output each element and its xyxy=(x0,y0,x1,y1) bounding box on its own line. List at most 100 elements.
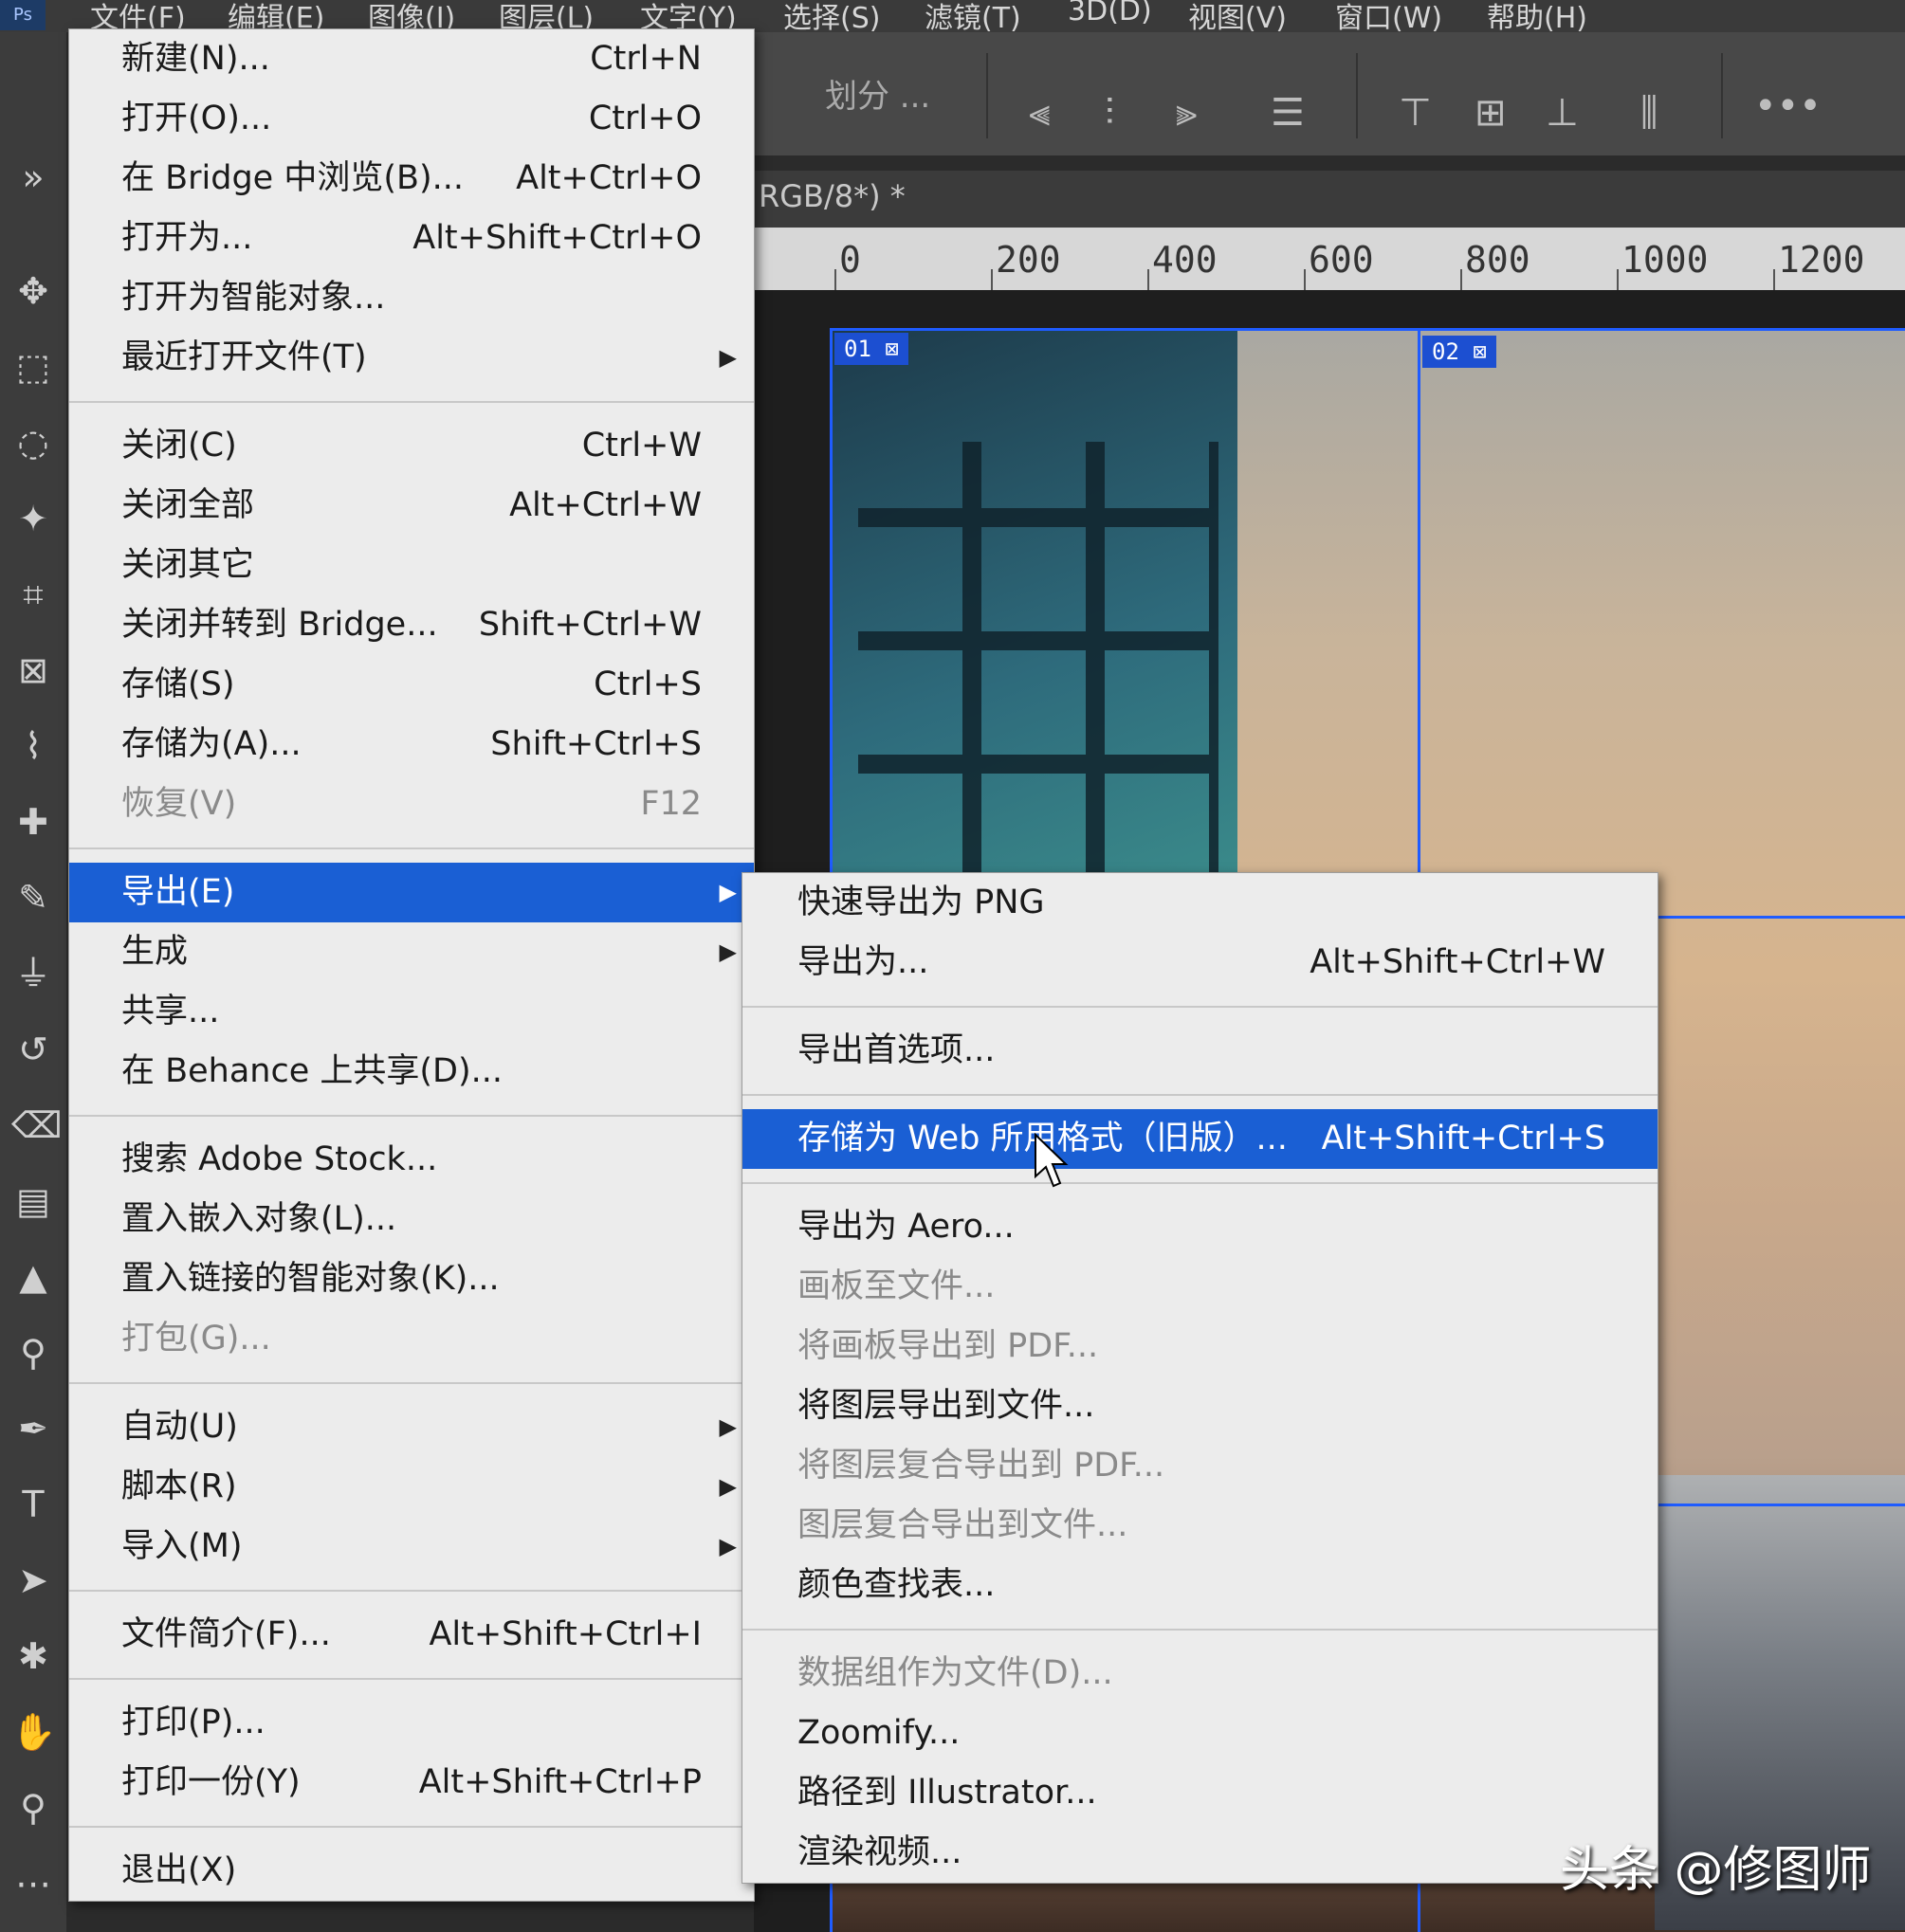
submenu-arrow-icon: ▶ xyxy=(719,879,737,905)
file-menu-item[interactable]: 关闭并转到 Bridge... Shift+Ctrl+W xyxy=(69,595,754,655)
file-menu-item[interactable]: 关闭其它 xyxy=(69,536,754,595)
file-menu-item[interactable]: 置入嵌入对象(L)... xyxy=(69,1190,754,1249)
export-menu-item-label: 颜色查找表... xyxy=(797,1566,996,1604)
options-divider xyxy=(986,53,988,138)
watermark: 头条 @修图师 xyxy=(1560,1842,1872,1899)
artboard-number: 01 xyxy=(844,336,871,362)
file-menu-item[interactable]: 打印(P)... xyxy=(69,1693,754,1753)
file-menu-item-shortcut: Ctrl+O xyxy=(588,100,702,137)
file-menu-item[interactable]: 存储(S) Ctrl+S xyxy=(69,655,754,715)
export-menu-item[interactable]: 导出首选项... xyxy=(742,1021,1658,1081)
shape-tool-icon[interactable]: ✱ xyxy=(11,1634,55,1678)
export-menu-item[interactable]: Zoomify... xyxy=(742,1704,1658,1763)
file-menu-item[interactable]: 最近打开文件(T) ▶ xyxy=(69,328,754,388)
export-submenu: 快速导出为 PNG 导出为... Alt+Shift+Ctrl+W 导出首选项... 存… xyxy=(742,872,1658,1884)
move-tool-icon[interactable]: ✥ xyxy=(11,269,55,313)
magic-wand-icon[interactable]: ✦ xyxy=(11,497,55,540)
menu-view[interactable]: 视图(V) xyxy=(1188,0,1287,36)
file-menu-item[interactable]: 置入链接的智能对象(K)... xyxy=(69,1249,754,1309)
marquee-tool-icon[interactable]: ⬚ xyxy=(11,345,55,389)
export-menu-item-label: 将图层复合导出到 PDF... xyxy=(797,1447,1165,1485)
export-menu-item[interactable]: 导出为 Aero... xyxy=(742,1197,1658,1257)
brush-tool-icon[interactable]: ✎ xyxy=(11,876,55,920)
export-menu-item[interactable]: 存储为 Web 所用格式（旧版）... Alt+Shift+Ctrl+S xyxy=(742,1109,1658,1169)
file-menu-item[interactable]: 脚本(R) ▶ xyxy=(69,1457,754,1517)
menu-3d[interactable]: 3D(D) xyxy=(1068,0,1152,27)
menu-select[interactable]: 选择(S) xyxy=(783,0,880,36)
export-menu-item[interactable]: 路径到 Illustrator... xyxy=(742,1763,1658,1823)
file-menu-item-label: 导入(M) xyxy=(121,1527,243,1565)
file-menu-item[interactable]: 生成 ▶ xyxy=(69,922,754,982)
file-menu-item[interactable]: 关闭全部 Alt+Ctrl+W xyxy=(69,476,754,536)
file-menu-item[interactable]: 自动(U) ▶ xyxy=(69,1397,754,1457)
file-menu-item-shortcut: Alt+Ctrl+O xyxy=(516,159,702,197)
eyedropper-icon[interactable]: ⌇ xyxy=(11,724,55,768)
menu-separator xyxy=(69,401,754,403)
export-menu-item-label: 将图层导出到文件... xyxy=(797,1387,1095,1425)
divide-button[interactable]: 划分 ... xyxy=(825,70,930,117)
document-tab[interactable]: RGB/8*) * xyxy=(754,171,1905,228)
file-menu-item[interactable]: 打开为... Alt+Shift+Ctrl+O xyxy=(69,209,754,268)
type-tool-icon[interactable]: T xyxy=(11,1483,55,1526)
align-left-icon[interactable]: ⫷ xyxy=(1029,91,1051,135)
export-menu-item[interactable]: 将图层导出到文件... xyxy=(742,1376,1658,1436)
frame-tool-icon[interactable]: ⊠ xyxy=(11,648,55,692)
file-menu-item[interactable]: 在 Behance 上共享(D)... xyxy=(69,1042,754,1102)
path-selection-icon[interactable]: ➤ xyxy=(11,1558,55,1602)
menu-separator xyxy=(742,1182,1658,1184)
blur-tool-icon[interactable]: ▲ xyxy=(11,1255,55,1299)
export-menu-item[interactable]: 渲染视频... xyxy=(742,1823,1658,1883)
more-options-icon[interactable]: ••• xyxy=(1754,84,1822,128)
submenu-arrow-icon: ▶ xyxy=(719,344,737,371)
file-menu-item[interactable]: 新建(N)... Ctrl+N xyxy=(69,29,754,89)
file-menu-item[interactable]: 文件简介(F)... Alt+Shift+Ctrl+I xyxy=(69,1605,754,1665)
file-menu-item[interactable]: 存储为(A)... Shift+Ctrl+S xyxy=(69,715,754,775)
healing-brush-icon[interactable]: ✚ xyxy=(11,800,55,844)
distribute-vertical-icon[interactable]: ⫼ xyxy=(1640,91,1658,135)
pen-tool-icon[interactable]: ✒ xyxy=(11,1407,55,1450)
clone-stamp-icon[interactable]: ⏚ xyxy=(11,952,55,995)
export-menu-item-label: 导出为... xyxy=(797,943,929,981)
menu-filter[interactable]: 滤镜(T) xyxy=(925,0,1021,36)
align-bottom-icon[interactable]: ⊥ xyxy=(1546,91,1579,135)
hand-tool-icon[interactable]: ✋ xyxy=(11,1710,56,1754)
file-menu-item[interactable]: 共享... xyxy=(69,982,754,1042)
eraser-icon[interactable]: ⌫ xyxy=(11,1103,63,1147)
lasso-tool-icon[interactable]: ◌ xyxy=(11,421,55,465)
history-brush-icon[interactable]: ↺ xyxy=(11,1028,55,1071)
file-menu-item[interactable]: 打开(O)... Ctrl+O xyxy=(69,89,754,149)
export-menu-item[interactable]: 快速导出为 PNG xyxy=(742,873,1658,933)
align-center-icon[interactable]: ⫶ xyxy=(1105,91,1114,135)
menu-window[interactable]: 窗口(W) xyxy=(1335,0,1442,36)
artboard-tag-01[interactable]: 01 ⊠ xyxy=(834,333,908,365)
more-tools-icon[interactable]: ⋯ xyxy=(11,1862,55,1905)
menu-help[interactable]: 帮助(H) xyxy=(1487,0,1587,36)
file-menu-item[interactable]: 导入(M) ▶ xyxy=(69,1517,754,1577)
distribute-icon[interactable]: ☰ xyxy=(1271,91,1305,135)
gradient-tool-icon[interactable]: ▤ xyxy=(11,1179,55,1223)
file-menu-item[interactable]: 搜索 Adobe Stock... xyxy=(69,1130,754,1190)
align-top-icon[interactable]: ⊤ xyxy=(1399,91,1432,135)
export-menu-item[interactable]: 颜色查找表... xyxy=(742,1556,1658,1615)
collapse-icon[interactable]: » xyxy=(11,155,55,199)
crop-tool-icon[interactable]: ⌗ xyxy=(11,573,55,616)
window-grid xyxy=(858,442,1218,878)
file-menu-item-label: 自动(U) xyxy=(121,1408,238,1446)
file-menu-item[interactable]: 在 Bridge 中浏览(B)... Alt+Ctrl+O xyxy=(69,149,754,209)
dodge-tool-icon[interactable]: ⚲ xyxy=(11,1331,55,1375)
file-menu-item[interactable]: 导出(E) ▶ xyxy=(69,863,754,922)
slice-guide xyxy=(1655,1504,1905,1506)
file-menu-item[interactable]: 打印一份(Y) Alt+Shift+Ctrl+P xyxy=(69,1753,754,1813)
zoom-tool-icon[interactable]: ⚲ xyxy=(11,1786,55,1830)
export-menu-item-label: 导出为 Aero... xyxy=(797,1208,1015,1246)
align-right-icon[interactable]: ⫸ xyxy=(1176,91,1198,135)
file-menu-item[interactable]: 关闭(C) Ctrl+W xyxy=(69,416,754,476)
file-menu-item-label: 打印一份(Y) xyxy=(121,1763,301,1801)
align-middle-icon[interactable]: ⊞ xyxy=(1475,91,1507,135)
file-menu-item-label: 在 Behance 上共享(D)... xyxy=(121,1052,504,1090)
export-menu-item[interactable]: 导出为... Alt+Shift+Ctrl+W xyxy=(742,933,1658,993)
file-menu-item[interactable]: 打开为智能对象... xyxy=(69,268,754,328)
file-menu-item[interactable]: 退出(X) xyxy=(69,1841,754,1901)
ruler-tick xyxy=(834,269,836,290)
artboard-tag-02[interactable]: 02 ⊠ xyxy=(1422,336,1496,368)
